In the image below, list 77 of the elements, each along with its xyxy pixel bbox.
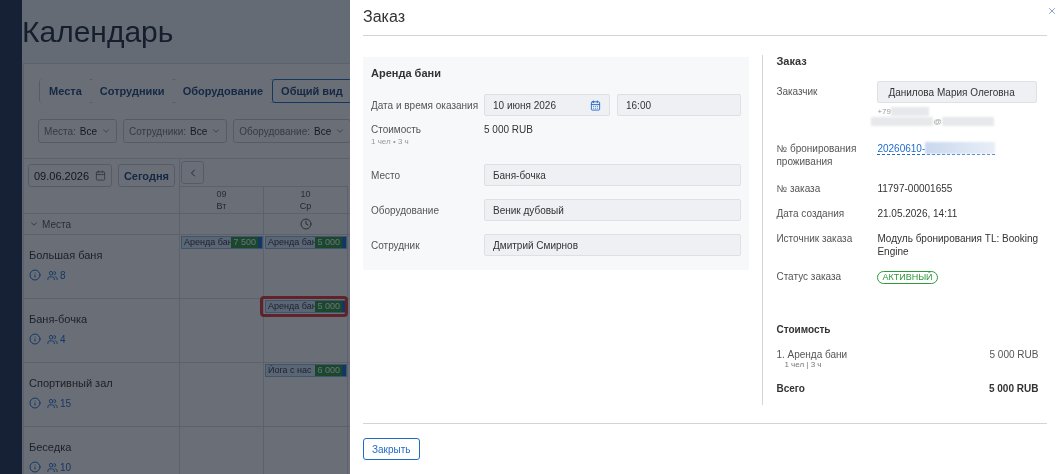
booking-event[interactable]: Аренда бан 7 500	[181, 236, 263, 249]
info-icon[interactable]	[29, 269, 41, 281]
input-field[interactable]: Баня-бочка	[484, 164, 742, 186]
calendar-icon	[590, 99, 601, 111]
field-label: Источник заказа	[776, 232, 854, 245]
field-label: № заказа	[776, 182, 822, 195]
input-field[interactable]: Веник дубовый	[484, 199, 742, 221]
view-tab[interactable]: Места	[40, 79, 91, 103]
input-field[interactable]: Дмитрий Смирнов	[484, 234, 742, 256]
section-title: Стоимость	[776, 324, 832, 335]
section-title: Аренда бани	[371, 67, 442, 79]
booking-link[interactable]: 20260610-	[877, 142, 926, 154]
capacity-count: 15	[60, 397, 72, 409]
group-toggle[interactable]: Места	[24, 214, 180, 234]
info-icon[interactable]	[29, 333, 41, 345]
field-label: Сотрудник	[371, 239, 421, 251]
field-value: 21.05.2026, 14:11	[877, 207, 959, 220]
customer-field[interactable]: Данилова Мария Олеговна	[877, 81, 1038, 103]
field-label: Статус заказа	[776, 270, 843, 283]
resource-name: Большая баня	[29, 249, 104, 261]
section-title: Заказ	[776, 55, 808, 67]
field-label: Оборудование	[371, 204, 440, 216]
capacity-count: 4	[60, 333, 66, 345]
cost-item-price: 5 000 RUB	[989, 349, 1039, 362]
price-note: 1 чел • 3 ч	[371, 137, 410, 146]
field-label: Заказчик	[776, 85, 819, 98]
date-field[interactable]: 10 июня 2026	[484, 94, 610, 116]
total-label: Всего	[776, 383, 805, 394]
chevron-icon	[335, 126, 346, 136]
close-button[interactable]: Закрыть	[363, 438, 420, 460]
booking-event[interactable]: Аренда бан 5 000	[265, 236, 347, 249]
booking-event[interactable]: Аренда бан 5 000	[265, 300, 347, 313]
email-text: @	[933, 116, 942, 126]
chevron-icon	[211, 126, 222, 136]
page-title: Календарь	[22, 14, 174, 50]
weekday: Вт	[216, 200, 227, 212]
calendar-icon	[94, 170, 106, 181]
view-tab[interactable]: Оборудование	[173, 79, 273, 103]
field-value: 11797-00001655	[877, 182, 954, 195]
close-icon[interactable]	[1047, 6, 1057, 16]
capacity-count: 10	[60, 461, 72, 473]
field-label: Стоимость	[371, 124, 423, 135]
field-value: Модуль бронирования TL: Booking Engine	[877, 232, 1040, 258]
weekday: Ср	[299, 200, 312, 212]
info-icon[interactable]	[29, 397, 41, 409]
day-number: 09	[216, 188, 227, 200]
total-price: 5 000 RUB	[988, 383, 1039, 394]
today-button[interactable]: Сегодня	[117, 164, 175, 187]
cost-item-name: 1. Аренда бани	[776, 349, 848, 360]
field-label: Дата и время оказания	[371, 99, 480, 111]
resource-name: Баня-бочка	[29, 313, 89, 325]
people-icon	[47, 269, 58, 281]
view-tab[interactable]: Сотрудники	[90, 79, 174, 103]
day-number: 10	[300, 188, 311, 200]
date-field[interactable]: 09.06.2026	[28, 164, 112, 187]
chevron-icon	[101, 126, 112, 136]
people-icon	[47, 397, 58, 409]
price-value: 5 000 RUB	[484, 124, 533, 135]
redacted-text	[941, 116, 994, 126]
view-tab[interactable]: Общий вид	[272, 79, 352, 103]
field-label: № бронирования проживания	[776, 142, 858, 168]
field-label: Дата создания	[776, 207, 846, 220]
people-icon	[47, 461, 58, 473]
panel-title: Заказ	[363, 0, 1047, 36]
phone-text: +79	[877, 106, 891, 116]
info-icon[interactable]	[29, 461, 41, 473]
resource-name: Спортивный зал	[29, 377, 114, 389]
field-label: Место	[371, 169, 402, 181]
previous-button[interactable]	[181, 161, 204, 184]
time-field[interactable]: 16:00	[617, 94, 742, 116]
capacity-count: 8	[60, 269, 66, 281]
redacted-text	[925, 142, 996, 154]
chevron-down-icon	[29, 219, 39, 229]
cost-item-detail: 1 чел | 3 ч	[783, 360, 823, 369]
clock-icon	[299, 218, 312, 230]
resource-name: Беседка	[29, 441, 73, 453]
people-icon	[47, 333, 58, 345]
